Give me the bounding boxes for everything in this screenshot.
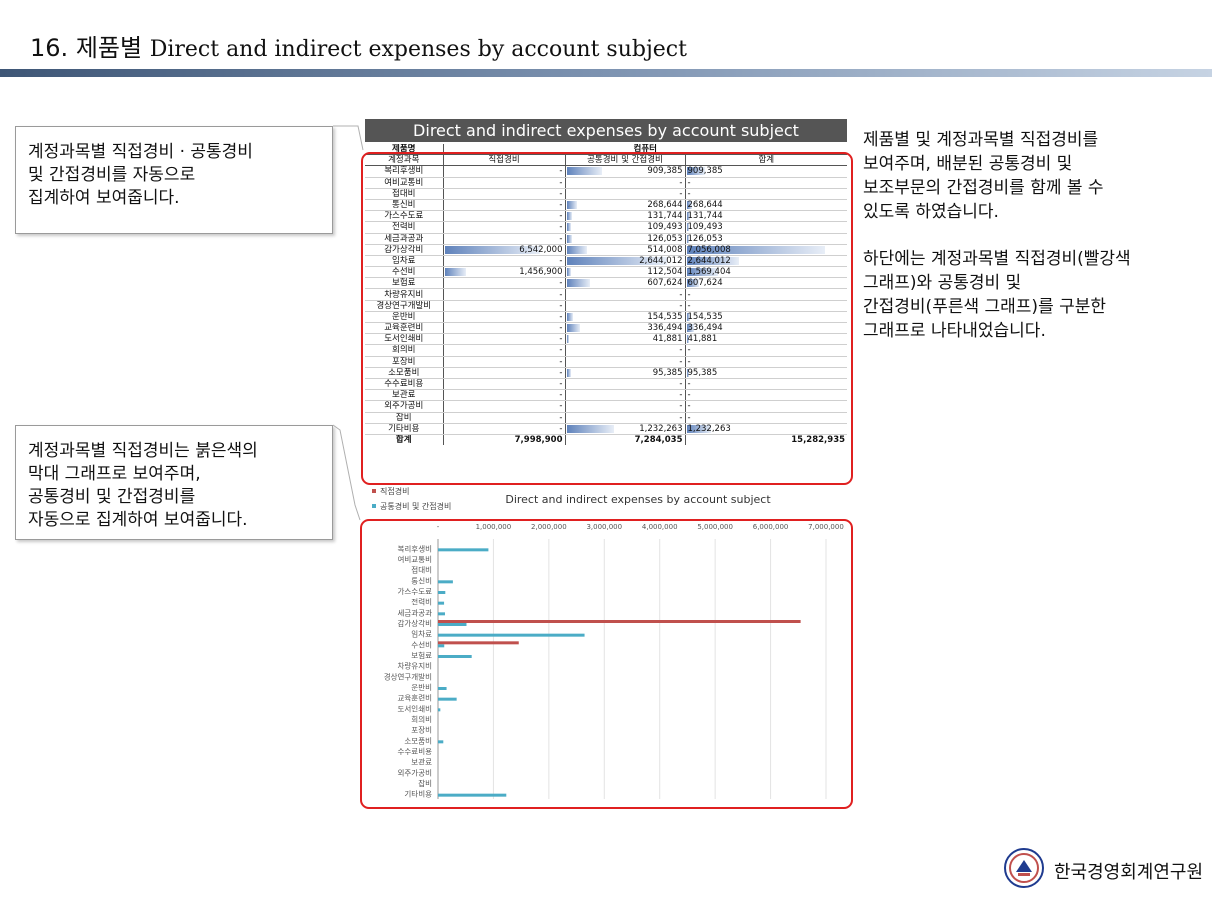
- indirect-cell-value: -: [679, 390, 683, 401]
- direct-cell-value: -: [559, 390, 563, 401]
- org-logo: [1004, 848, 1044, 888]
- direct-cell-value: -: [559, 323, 563, 334]
- indirect-cell-value: 109,493: [647, 222, 683, 233]
- direct-cell-value: -: [559, 166, 563, 177]
- total-cell-value: -: [687, 412, 691, 423]
- direct-cell-value: -: [559, 356, 563, 367]
- direct-cell-value: -: [559, 379, 563, 390]
- direct-cell-value: -: [559, 255, 563, 266]
- total-cell-value: 2,644,012: [687, 255, 731, 266]
- total-cell-value: -: [687, 379, 691, 390]
- indirect-cell-value: 131,744: [647, 211, 683, 222]
- total-cell-value: 7,056,008: [687, 244, 731, 255]
- total-cell-value: 336,494: [687, 323, 723, 334]
- direct-cell-value: -: [559, 200, 563, 211]
- direct-cell-value: -: [559, 334, 563, 345]
- direct-cell-value: -: [559, 412, 563, 423]
- total-cell-value: -: [687, 177, 691, 188]
- total-cell-value: 1,569,404: [687, 267, 731, 278]
- indirect-cell-value: 1,232,263: [639, 423, 683, 434]
- indirect-cell-value: 607,624: [647, 278, 683, 289]
- total-cell-value: 607,624: [687, 278, 723, 289]
- direct-cell-value: -: [559, 423, 563, 434]
- indirect-cell-value: 154,535: [647, 311, 683, 322]
- connector-line-top: [333, 125, 364, 151]
- indirect-cell-value: -: [679, 345, 683, 356]
- indirect-cell-value: -: [679, 177, 683, 188]
- legend-swatch: [372, 489, 376, 493]
- total-cell-value: -: [687, 188, 691, 199]
- total-cell-value: 126,053: [687, 233, 723, 244]
- direct-cell-value: -: [559, 345, 563, 356]
- total-cell-value: 154,535: [687, 311, 723, 322]
- direct-cell-value: -: [559, 233, 563, 244]
- table-highlight-box: [361, 152, 853, 485]
- note-table-summary: 제품별 및 계정과목별 직접경비를 보여주며, 배분된 공통경비 및 보조부문의…: [863, 130, 1104, 222]
- indirect-cell-value: 95,385: [652, 367, 683, 378]
- indirect-cell-value: 126,053: [647, 233, 683, 244]
- direct-cell-value: -: [559, 278, 563, 289]
- total-cell-value: 95,385: [687, 367, 718, 378]
- direct-cell-value: -: [559, 401, 563, 412]
- indirect-cell-value: -: [679, 300, 683, 311]
- org-name: 한국경영회계연구원: [1054, 862, 1204, 883]
- direct-cell-value: -: [559, 188, 563, 199]
- legend-swatch: [372, 504, 376, 508]
- direct-cell-value: -: [559, 289, 563, 300]
- indirect-cell-value: 514,008: [647, 244, 683, 255]
- total-cell-value: 109,493: [687, 222, 723, 233]
- note-chart-summary: 하단에는 계정과목별 직접경비(빨강색 그래프)와 공통경비 및 간접경비(푸른…: [863, 249, 1131, 341]
- total-cell-value: 1,232,263: [687, 423, 731, 434]
- direct-cell-value: -: [559, 367, 563, 378]
- direct-cell-value: 6,542,000: [519, 244, 563, 255]
- connector-line-bottom: [332, 424, 361, 521]
- legend-label: 직접경비: [380, 486, 409, 496]
- indirect-cell-value: 41,881: [652, 334, 683, 345]
- direct-cell-value: -: [559, 177, 563, 188]
- indirect-cell-value: -: [679, 379, 683, 390]
- legend-label: 공통경비 및 간접경비: [380, 501, 451, 511]
- direct-cell-value: 1,456,900: [519, 267, 563, 278]
- direct-cell-value: -: [559, 311, 563, 322]
- chart-highlight-box: [360, 519, 853, 809]
- total-cell-value: -: [687, 300, 691, 311]
- indirect-cell-value: 268,644: [647, 200, 683, 211]
- table-title: Direct and indirect expenses by account …: [365, 119, 847, 142]
- indirect-cell-value: -: [679, 289, 683, 300]
- total-cell-value: -: [687, 345, 691, 356]
- indirect-cell-value: -: [679, 412, 683, 423]
- direct-cell-value: -: [559, 222, 563, 233]
- indirect-cell-value: 112,504: [647, 267, 683, 278]
- indirect-cell-value: 2,644,012: [639, 255, 683, 266]
- chart-title: Direct and indirect expenses by account …: [505, 493, 771, 506]
- total-cell-value: 131,744: [687, 211, 723, 222]
- total-cell-value: 268,644: [687, 200, 723, 211]
- total-cell-value: 41,881: [687, 334, 718, 345]
- indirect-cell-value: -: [679, 188, 683, 199]
- indirect-cell-value: -: [679, 401, 683, 412]
- direct-cell-value: -: [559, 300, 563, 311]
- indirect-cell-value: 336,494: [647, 323, 683, 334]
- total-cell-value: -: [687, 356, 691, 367]
- total-cell-value: -: [687, 289, 691, 300]
- total-cell-value: -: [687, 401, 691, 412]
- indirect-cell-value: -: [679, 356, 683, 367]
- indirect-cell-value: 909,385: [647, 166, 683, 177]
- total-cell-value: 909,385: [687, 166, 723, 177]
- total-cell-value: -: [687, 390, 691, 401]
- direct-cell-value: -: [559, 211, 563, 222]
